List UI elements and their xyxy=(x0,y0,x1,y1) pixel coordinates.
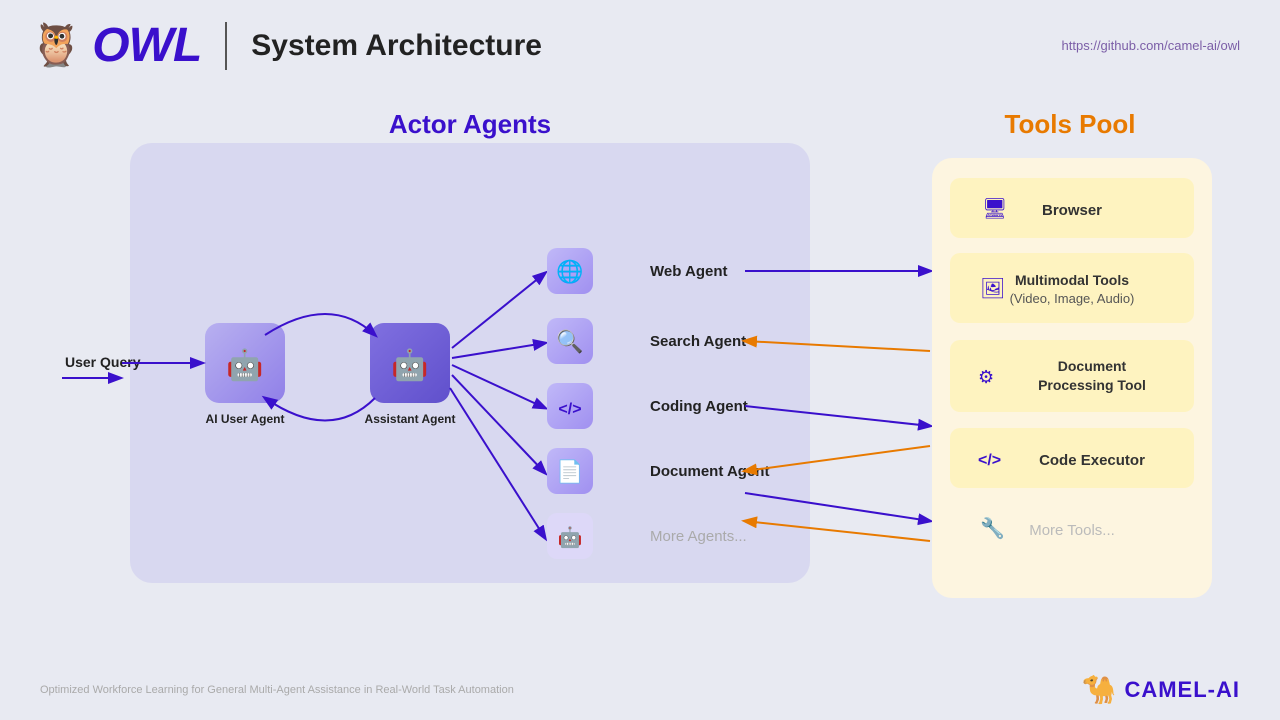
document-agent-label: Document Agent xyxy=(650,463,769,480)
header-divider xyxy=(225,22,227,70)
main-content: Actor Agents Tools Pool User Query 🤖 AI … xyxy=(0,73,1280,693)
more-agents-label: More Agents... xyxy=(650,528,747,545)
browser-label: Browser xyxy=(1042,202,1102,219)
multimodal-icon: 🖼 xyxy=(980,278,1005,300)
search-agent-icon: 🔍 xyxy=(556,327,583,354)
document-agent-icon: 📄 xyxy=(556,459,583,484)
browser-icon: 🖥 xyxy=(982,198,1007,220)
assistant-agent-label: Assistant Agent xyxy=(365,412,456,426)
docproc-label-1: Document xyxy=(1058,358,1127,374)
owl-emoji-icon: 🦉 xyxy=(30,21,82,70)
assistant-agent-icon: 🤖 xyxy=(391,347,428,382)
camel-icon: 🐪 xyxy=(1082,673,1117,706)
page-title: System Architecture xyxy=(251,29,542,63)
coding-agent-icon: </> xyxy=(558,401,581,418)
architecture-diagram: Actor Agents Tools Pool User Query 🤖 AI … xyxy=(50,103,1230,663)
docproc-icon: ⚙ xyxy=(978,367,994,387)
search-agent-label: Search Agent xyxy=(650,333,746,350)
header: 🦉 OWL System Architecture https://github… xyxy=(0,0,1280,73)
diagram-area: Actor Agents Tools Pool User Query 🤖 AI … xyxy=(30,83,1250,683)
more-tools-icon: 🔧 xyxy=(980,516,1005,540)
actor-agents-title: Actor Agents xyxy=(389,109,551,139)
web-agent-icon: 🌐 xyxy=(556,259,583,284)
multimodal-label-2: (Video, Image, Audio) xyxy=(1010,291,1135,306)
tools-pool-title: Tools Pool xyxy=(1005,109,1136,139)
logo-area: 🦉 OWL System Architecture xyxy=(30,18,542,73)
multimodal-label-1: Multimodal Tools xyxy=(1015,272,1129,288)
coding-agent-label: Coding Agent xyxy=(650,398,748,415)
web-agent-label: Web Agent xyxy=(650,263,728,280)
ai-user-agent-icon: 🤖 xyxy=(226,347,263,382)
camel-brand-text: CAMEL-AI xyxy=(1124,677,1240,703)
owl-brand-text: OWL xyxy=(92,18,201,73)
more-agents-icon: 🤖 xyxy=(558,525,583,549)
codeexec-icon: </> xyxy=(978,452,1001,469)
footer-subtitle: Optimized Workforce Learning for General… xyxy=(40,684,514,696)
more-tools-label: More Tools... xyxy=(1029,522,1115,539)
ai-user-agent-label: AI User Agent xyxy=(206,412,285,426)
docproc-label-2: Processing Tool xyxy=(1038,377,1146,393)
camel-logo: 🐪 CAMEL-AI xyxy=(1082,673,1240,706)
github-link[interactable]: https://github.com/camel-ai/owl xyxy=(1062,38,1240,53)
footer: Optimized Workforce Learning for General… xyxy=(40,673,1240,706)
codeexec-label: Code Executor xyxy=(1039,452,1145,469)
